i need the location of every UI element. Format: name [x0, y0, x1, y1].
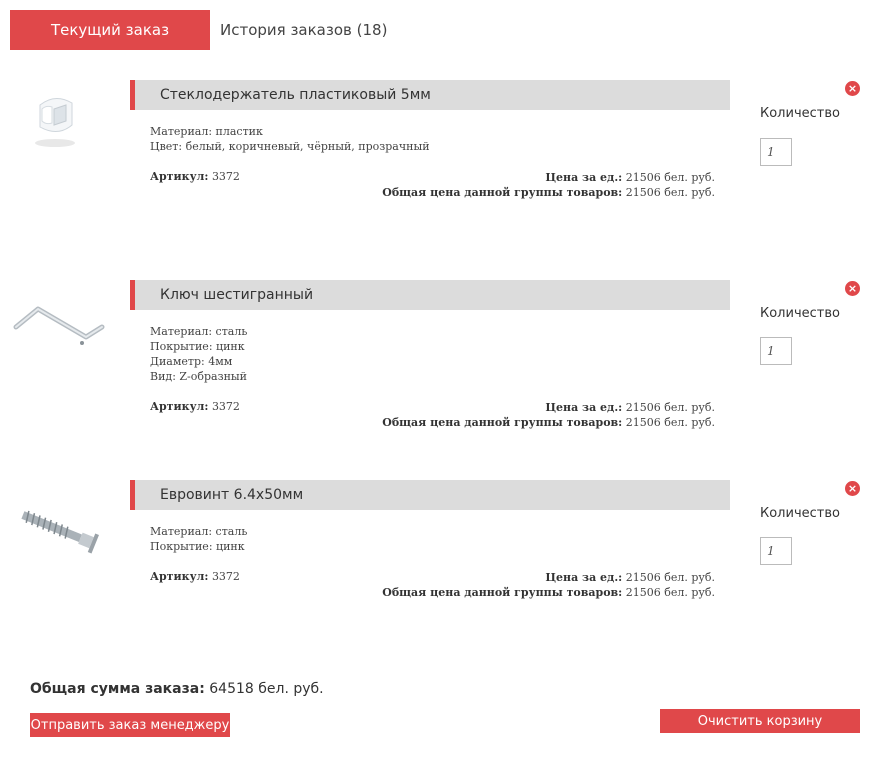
unit-price-label: Цена за ед.:: [545, 401, 623, 414]
product-title[interactable]: Евровинт 6.4х50мм: [130, 480, 730, 510]
group-price: Общая цена данной группы товаров: 21506 …: [382, 185, 715, 200]
property-line: Покрытие: цинк: [150, 340, 245, 353]
quantity-label: Количество: [760, 106, 840, 121]
product-properties: Материал: пластик Цвет: белый, коричневы…: [150, 124, 720, 154]
group-price-label: Общая цена данной группы товаров:: [382, 586, 623, 599]
property-line: Материал: пластик: [150, 125, 263, 138]
group-price-label: Общая цена данной группы товаров:: [382, 416, 623, 429]
remove-item-icon[interactable]: ×: [845, 281, 860, 296]
send-to-manager-button[interactable]: Отправить заказ менеджеру: [30, 713, 230, 737]
unit-price-label: Цена за ед.:: [545, 171, 623, 184]
sku-value: 3372: [211, 400, 240, 413]
unit-price: Цена за ед.: 21506 бел. руб.: [382, 170, 715, 185]
property-line: Материал: сталь: [150, 525, 248, 538]
group-price-value: 21506 бел. руб.: [625, 586, 715, 599]
product-title[interactable]: Стеклодержатель пластиковый 5мм: [130, 80, 730, 110]
sku-label: Артикул:: [150, 570, 209, 583]
unit-price-value: 21506 бел. руб.: [625, 401, 715, 414]
order-total-value: 64518 бел. руб.: [209, 681, 324, 697]
group-price-value: 21506 бел. руб.: [625, 186, 715, 199]
price-block: Цена за ед.: 21506 бел. руб. Общая цена …: [382, 170, 715, 200]
remove-item-icon[interactable]: ×: [845, 481, 860, 496]
sku: Артикул: 3372: [150, 170, 240, 183]
sku-label: Артикул:: [150, 400, 209, 413]
order-total: Общая сумма заказа: 64518 бел. руб.: [30, 681, 324, 697]
quantity-input[interactable]: [760, 537, 792, 565]
product-properties: Материал: сталь Покрытие: цинк Диаметр: …: [150, 324, 720, 384]
remove-item-icon[interactable]: ×: [845, 81, 860, 96]
property-line: Материал: сталь: [150, 325, 248, 338]
quantity-label: Количество: [760, 306, 840, 321]
unit-price: Цена за ед.: 21506 бел. руб.: [382, 570, 715, 585]
sku: Артикул: 3372: [150, 400, 240, 413]
group-price-value: 21506 бел. руб.: [625, 416, 715, 429]
group-price: Общая цена данной группы товаров: 21506 …: [382, 415, 715, 430]
sku-value: 3372: [211, 570, 240, 583]
product-title[interactable]: Ключ шестигранный: [130, 280, 730, 310]
unit-price: Цена за ед.: 21506 бел. руб.: [382, 400, 715, 415]
sku-value: 3372: [211, 170, 240, 183]
unit-price-value: 21506 бел. руб.: [625, 171, 715, 184]
tab-order-history[interactable]: История заказов (18): [220, 10, 387, 50]
product-image: [10, 295, 108, 365]
tab-current-order[interactable]: Текущий заказ: [10, 10, 210, 50]
property-line: Покрытие: цинк: [150, 540, 245, 553]
group-price: Общая цена данной группы товаров: 21506 …: [382, 585, 715, 600]
price-block: Цена за ед.: 21506 бел. руб. Общая цена …: [382, 400, 715, 430]
product-image: [10, 85, 108, 155]
unit-price-value: 21506 бел. руб.: [625, 571, 715, 584]
price-block: Цена за ед.: 21506 бел. руб. Общая цена …: [382, 570, 715, 600]
quantity-label: Количество: [760, 506, 840, 521]
product-image: [10, 495, 108, 565]
product-properties: Материал: сталь Покрытие: цинк: [150, 524, 720, 554]
clear-cart-button[interactable]: Очистить корзину: [660, 709, 860, 733]
unit-price-label: Цена за ед.:: [545, 571, 623, 584]
quantity-input[interactable]: [760, 337, 792, 365]
order-total-label: Общая сумма заказа:: [30, 681, 205, 697]
property-line: Диаметр: 4мм: [150, 355, 233, 368]
group-price-label: Общая цена данной группы товаров:: [382, 186, 623, 199]
property-line: Вид: Z-образный: [150, 370, 248, 383]
sku: Артикул: 3372: [150, 570, 240, 583]
quantity-input[interactable]: [760, 138, 792, 166]
property-line: Цвет: белый, коричневый, чёрный, прозрач…: [150, 140, 430, 153]
sku-label: Артикул:: [150, 170, 209, 183]
